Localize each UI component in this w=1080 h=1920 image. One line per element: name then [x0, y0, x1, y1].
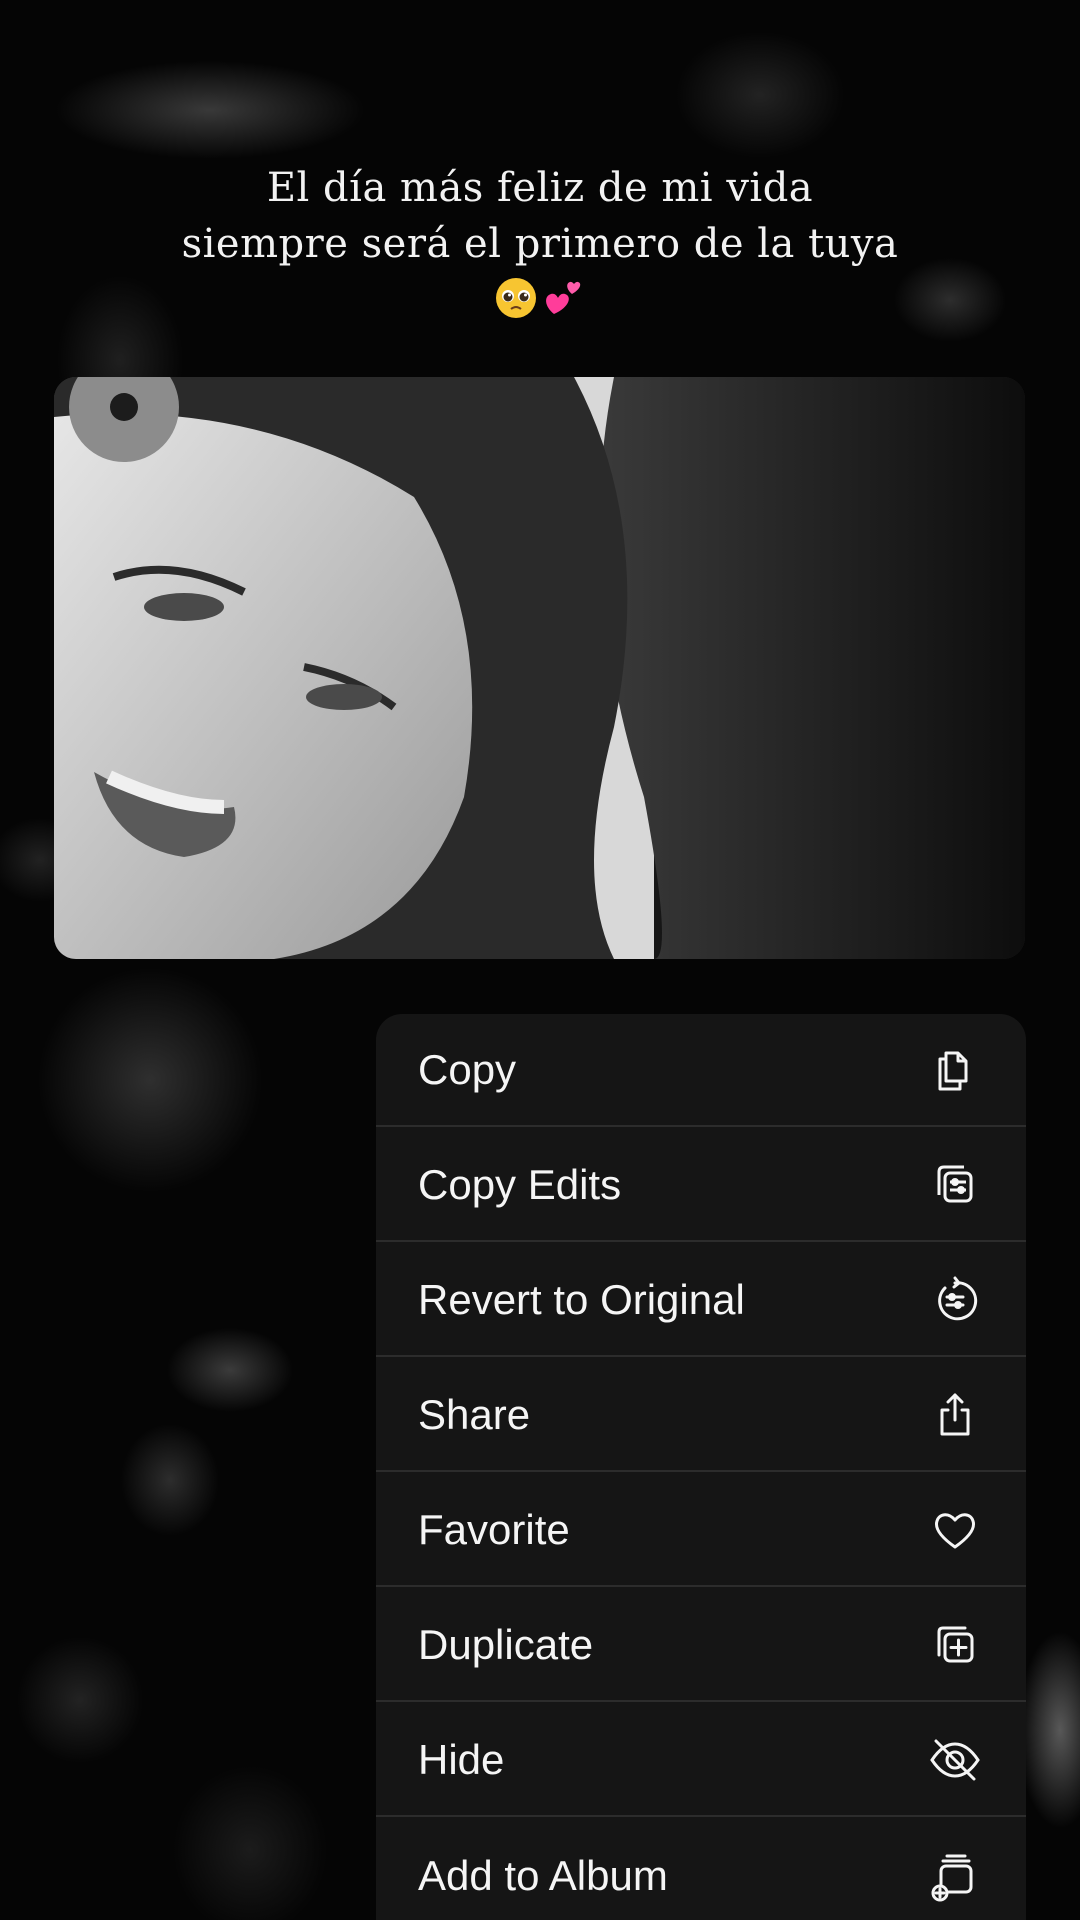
menu-item-label: Share [418, 1390, 531, 1438]
caption-line-2: siempre será el primero de la tuya [181, 221, 899, 267]
context-menu: Copy Copy Edits Revert to Original Share… [376, 1014, 1026, 1920]
caption-emojis [0, 276, 1080, 320]
menu-item-favorite[interactable]: Favorite [376, 1474, 1026, 1587]
caption-line-1: El día más feliz de mi vida [266, 165, 814, 211]
copy-icon [928, 1043, 982, 1097]
revert-icon [928, 1273, 982, 1327]
story-caption: El día más feliz de mi vida siempre será… [0, 160, 1080, 320]
menu-item-label: Hide [418, 1735, 505, 1783]
menu-item-share[interactable]: Share [376, 1359, 1026, 1472]
menu-item-label: Add to Album [418, 1851, 668, 1899]
menu-item-label: Copy Edits [418, 1160, 622, 1208]
menu-item-label: Revert to Original [418, 1275, 745, 1323]
share-icon [928, 1388, 982, 1442]
menu-item-label: Favorite [418, 1505, 570, 1553]
eye-slash-icon [928, 1733, 982, 1787]
menu-item-label: Copy [418, 1045, 517, 1093]
menu-item-hide[interactable]: Hide [376, 1704, 1026, 1817]
duplicate-icon [928, 1618, 982, 1672]
menu-item-add-to-album[interactable]: Add to Album [376, 1819, 1026, 1920]
photo-image [54, 377, 1025, 959]
menu-item-copy-edits[interactable]: Copy Edits [376, 1129, 1026, 1242]
pleading-face-icon [494, 276, 538, 320]
photo-preview[interactable] [54, 377, 1025, 959]
two-hearts-icon [542, 276, 586, 320]
heart-icon [928, 1503, 982, 1557]
menu-item-label: Duplicate [418, 1620, 594, 1668]
menu-item-copy[interactable]: Copy [376, 1014, 1026, 1127]
menu-item-revert[interactable]: Revert to Original [376, 1244, 1026, 1357]
copy-edits-icon [928, 1158, 982, 1212]
menu-item-duplicate[interactable]: Duplicate [376, 1589, 1026, 1702]
add-to-album-icon [928, 1849, 982, 1903]
